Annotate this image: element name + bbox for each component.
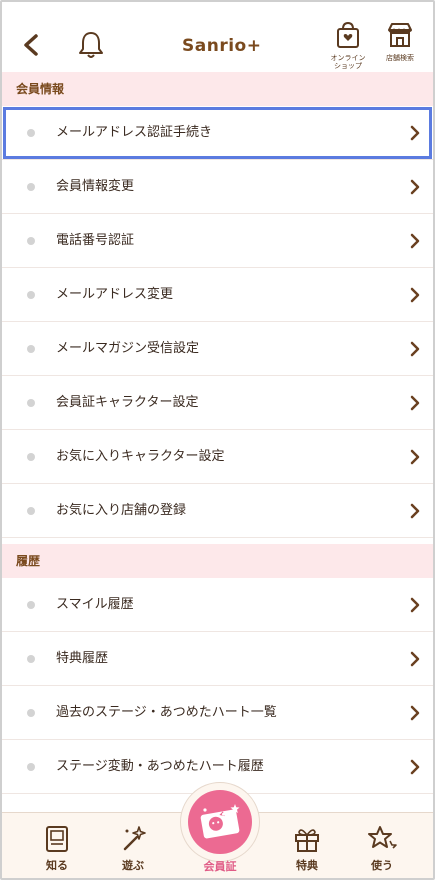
chevron-right-icon [410, 341, 420, 357]
tab-label: 知る [46, 859, 68, 872]
menu-row-label: 会員証キャラクター設定 [56, 395, 199, 410]
bullet-dot [27, 129, 35, 137]
menu-row-label: スマイル履歴 [56, 597, 134, 612]
tab-label: 会員証 [203, 860, 237, 873]
menu-row-label: 会員情報変更 [56, 179, 135, 194]
tab-member-card[interactable]: 会員証 [180, 782, 260, 878]
store-search-button[interactable]: 店舗検索 [376, 20, 424, 70]
bell-icon [79, 32, 103, 58]
menu-row-past-stages-hearts[interactable]: 過去のステージ・あつめたハート一覧 [2, 686, 433, 740]
online-shop-label-1: オンライン [330, 54, 366, 62]
tab-use[interactable]: 使う [347, 813, 417, 878]
online-shop-button[interactable]: オンライン ショップ [324, 20, 372, 70]
bullet-dot [27, 399, 35, 407]
gift-icon [295, 829, 319, 852]
app-frame: Sanrio+ オンライン ショップ 店舗検索 会員情報 メールアドレス認証手続… [0, 0, 435, 880]
chevron-right-icon [410, 125, 420, 141]
menu-row-benefit-history[interactable]: 特典履歴 [2, 632, 433, 686]
bullet-dot [27, 601, 35, 609]
tab-label: 遊ぶ [122, 859, 144, 872]
bullet-dot [27, 291, 35, 299]
tab-benefits[interactable]: 特典 [272, 813, 342, 878]
bullet-dot [27, 709, 35, 717]
menu-row-member-info-change[interactable]: 会員情報変更 [2, 160, 433, 214]
back-button[interactable] [16, 30, 46, 60]
chevron-right-icon [410, 503, 420, 519]
bullet-dot [27, 183, 35, 191]
section-header-member-info: 会員情報 [2, 72, 433, 106]
menu-row-label: メールアドレス認証手続き [56, 125, 213, 140]
chevron-right-icon [410, 287, 420, 303]
star-icon [368, 826, 397, 849]
store-icon [388, 23, 412, 47]
tab-know[interactable]: 知る [22, 813, 92, 878]
menu-row-label: 特典履歴 [56, 651, 109, 666]
menu-row-phone-verification[interactable]: 電話番号認証 [2, 214, 433, 268]
menu-row-label: お気に入りキャラクター設定 [56, 449, 225, 464]
menu-row-label: お気に入り店舗の登録 [56, 503, 187, 518]
menu-row-newsletter-settings[interactable]: メールマガジン受信設定 [2, 322, 433, 376]
menu-row-label: 過去のステージ・あつめたハート一覧 [56, 705, 277, 720]
member-card-icon [200, 804, 240, 839]
chevron-left-icon [24, 34, 38, 56]
menu-row-email-verification[interactable]: メールアドレス認証手続き [2, 106, 433, 160]
tab-label: 使う [371, 859, 393, 872]
menu-row-smile-history[interactable]: スマイル履歴 [2, 578, 433, 632]
center-tab-circle [188, 790, 252, 854]
chevron-right-icon [410, 597, 420, 613]
menu-row-label: 電話番号認証 [56, 233, 135, 248]
bullet-dot [27, 655, 35, 663]
chevron-right-icon [410, 759, 420, 775]
section-header-history: 履歴 [2, 544, 433, 578]
app-logo: Sanrio+ [182, 36, 262, 56]
chevron-right-icon [410, 179, 420, 195]
app-header: Sanrio+ オンライン ショップ 店舗検索 [2, 2, 433, 72]
tab-label: 特典 [296, 859, 318, 872]
bullet-dot [27, 345, 35, 353]
chevron-right-icon [410, 705, 420, 721]
menu-row-favorite-store-registration[interactable]: お気に入り店舗の登録 [2, 484, 433, 538]
notification-button[interactable] [74, 28, 108, 62]
menu-row-email-change[interactable]: メールアドレス変更 [2, 268, 433, 322]
bullet-dot [27, 453, 35, 461]
menu-row-favorite-character-settings[interactable]: お気に入りキャラクター設定 [2, 430, 433, 484]
online-shop-label-2: ショップ [334, 62, 362, 70]
store-search-label: 店舗検索 [386, 54, 414, 62]
bullet-dot [27, 763, 35, 771]
chevron-right-icon [410, 395, 420, 411]
chevron-right-icon [410, 651, 420, 667]
magic-wand-icon [123, 826, 146, 851]
shopping-bag-icon [337, 21, 359, 48]
chevron-right-icon [410, 233, 420, 249]
chevron-right-icon [410, 449, 420, 465]
menu-row-card-character-settings[interactable]: 会員証キャラクター設定 [2, 376, 433, 430]
bullet-dot [27, 237, 35, 245]
menu-row-label: メールアドレス変更 [56, 287, 174, 302]
menu-row-label: メールマガジン受信設定 [56, 341, 200, 356]
book-icon [46, 826, 68, 852]
bullet-dot [27, 507, 35, 515]
tab-play[interactable]: 遊ぶ [98, 813, 168, 878]
